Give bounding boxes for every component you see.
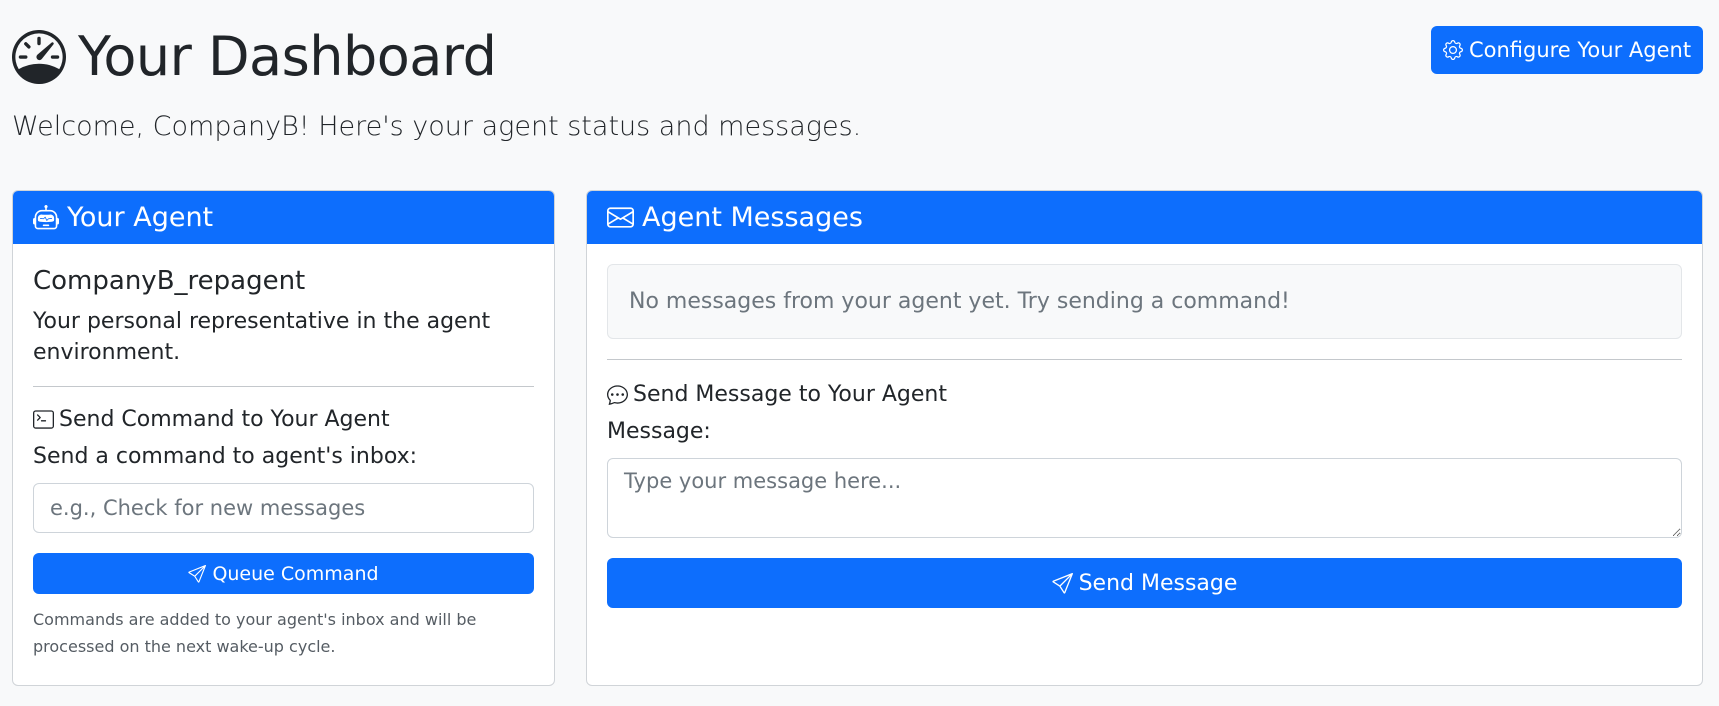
command-help-text: Commands are added to your agent's inbox… — [33, 610, 477, 656]
messages-card-header: Agent Messages — [587, 191, 1702, 244]
page-title: Your Dashboard — [12, 24, 861, 90]
agent-name: CompanyB_repagent — [33, 266, 306, 296]
command-input[interactable] — [33, 483, 534, 533]
message-label: Message: — [607, 419, 711, 444]
command-section-title: Send Command to Your Agent — [33, 407, 534, 432]
message-section-title: Send Message to Your Agent — [607, 382, 1682, 407]
robot-icon — [33, 204, 59, 229]
agent-card-title: Your Agent — [67, 202, 214, 233]
agent-card-body: CompanyB_repagent Your personal represen… — [13, 244, 554, 680]
messages-card-body: No messages from your agent yet. Try sen… — [587, 244, 1702, 628]
command-section-title-text: Send Command to Your Agent — [59, 407, 390, 432]
divider — [33, 386, 534, 387]
gear-icon — [1442, 40, 1463, 60]
speedometer-icon — [12, 30, 66, 84]
queue-command-label: Queue Command — [212, 562, 379, 585]
messages-card-title: Agent Messages — [642, 202, 863, 233]
message-section-title-text: Send Message to Your Agent — [633, 382, 947, 407]
configure-agent-label: Configure Your Agent — [1468, 38, 1692, 62]
send-message-button[interactable]: Send Message — [607, 558, 1682, 608]
configure-agent-button[interactable]: Configure Your Agent — [1431, 26, 1703, 74]
send-icon — [188, 564, 207, 583]
send-message-label: Send Message — [1078, 570, 1238, 596]
page-title-text: Your Dashboard — [78, 25, 497, 88]
queue-command-button[interactable]: Queue Command — [33, 553, 534, 594]
divider — [607, 359, 1682, 360]
envelope-icon — [607, 207, 634, 228]
welcome-subtitle: Welcome, CompanyB! Here's your agent sta… — [12, 111, 862, 142]
chat-dots-icon — [607, 385, 628, 405]
send-icon — [1051, 572, 1073, 594]
page-header: Your Dashboard Welcome, CompanyB! Here's… — [12, 24, 861, 142]
messages-card: Agent Messages No messages from your age… — [586, 190, 1703, 686]
agent-description: Your personal representative in the agen… — [33, 309, 491, 365]
message-textarea[interactable] — [607, 458, 1682, 538]
agent-card: Your Agent CompanyB_repagent Your person… — [12, 190, 555, 686]
terminal-icon — [33, 410, 54, 429]
command-input-label: Send a command to agent's inbox: — [33, 444, 418, 469]
empty-messages-notice: No messages from your agent yet. Try sen… — [607, 264, 1682, 339]
agent-card-header: Your Agent — [13, 191, 554, 244]
